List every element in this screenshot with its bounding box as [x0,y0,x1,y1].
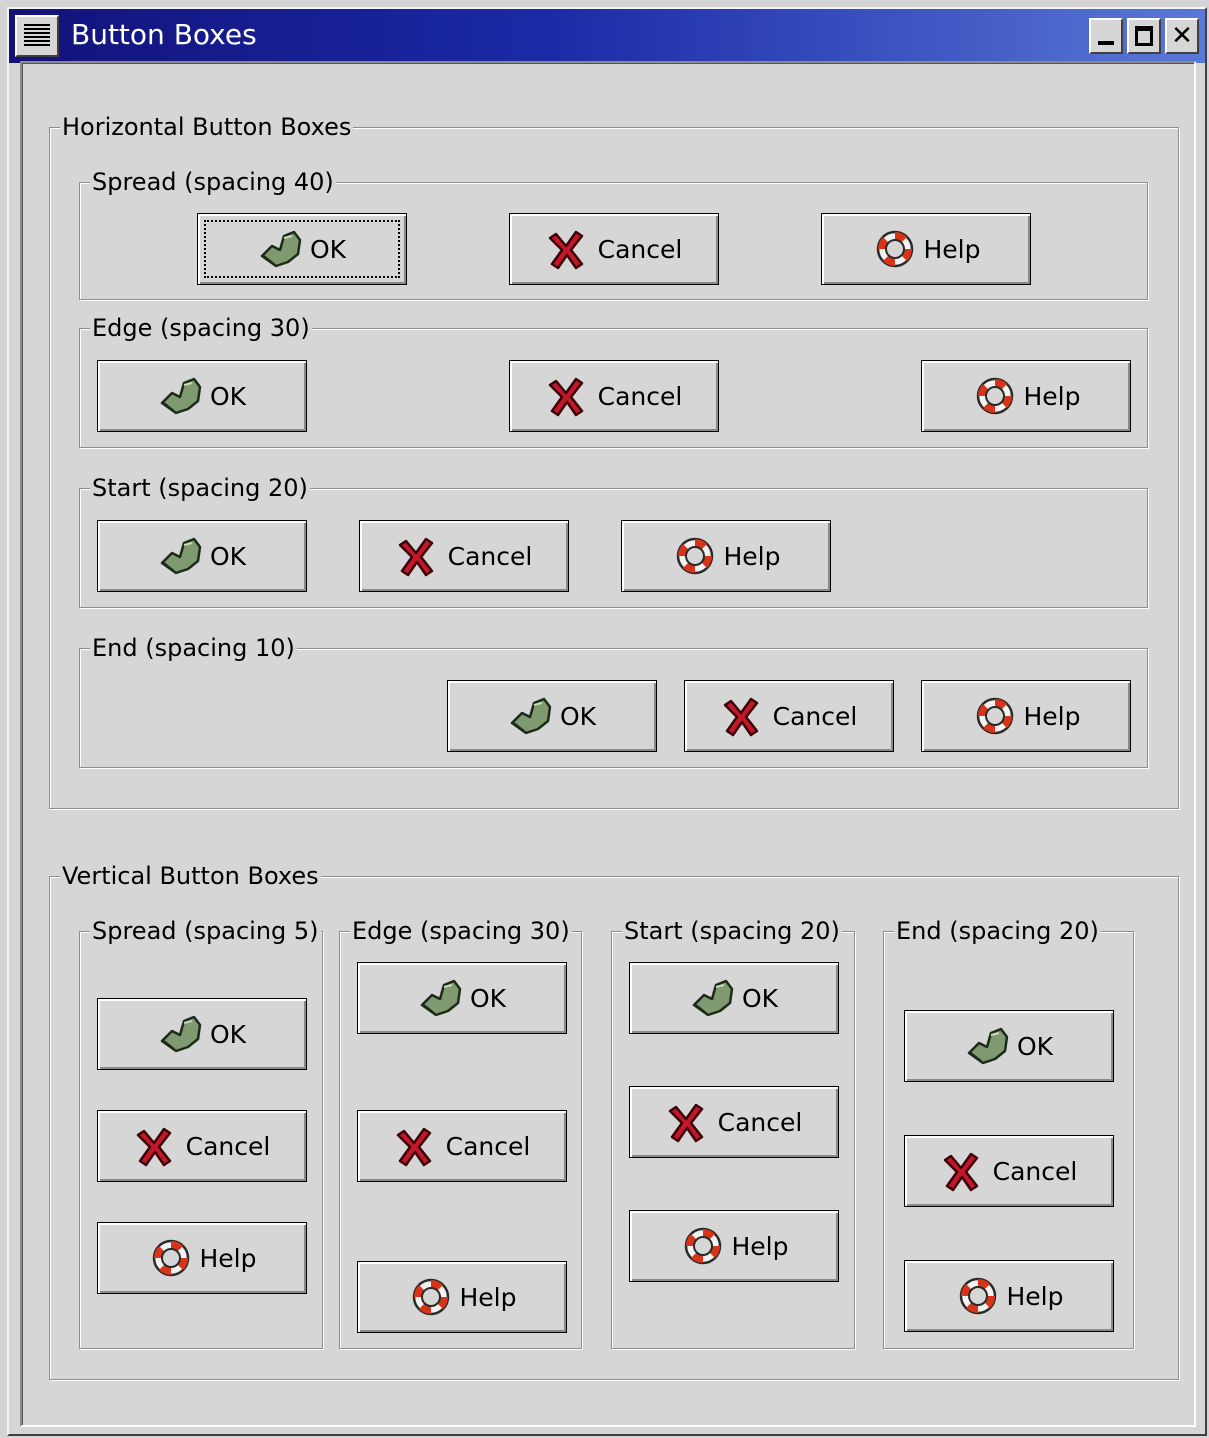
cancel-label: Cancel [597,381,683,411]
frame-title: Edge (spacing 30) [90,313,312,343]
red-x-icon [134,1123,180,1169]
ok-label: OK [309,234,347,264]
red-x-icon [721,693,767,739]
close-button[interactable]: ✕ [1165,18,1199,54]
help-button[interactable]: Help [921,360,1131,432]
cancel-button[interactable]: Cancel [357,1110,567,1182]
help-button[interactable]: Help [821,213,1031,285]
red-x-icon [394,1123,440,1169]
frame-title: Spread (spacing 40) [90,167,336,197]
red-x-icon [546,373,592,419]
cancel-button[interactable]: Cancel [904,1135,1114,1207]
help-button[interactable]: Help [629,1210,839,1282]
window-title: Button Boxes [71,18,257,51]
thumbs-ok-icon [690,975,736,1021]
thumbs-ok-icon [965,1023,1011,1069]
window: Button Boxes ✕ Horizontal Button Boxes S… [7,7,1207,1436]
help-button[interactable]: Help [621,520,831,592]
thumbs-ok-icon [508,693,554,739]
ok-label: OK [209,381,247,411]
thumbs-ok-icon [158,1011,204,1057]
lifebuoy-icon [955,1273,1001,1319]
help-button[interactable]: Help [904,1260,1114,1332]
ok-button[interactable]: OK [357,962,567,1034]
cancel-label: Cancel [185,1131,271,1161]
red-x-icon [941,1148,987,1194]
cancel-label: Cancel [717,1107,803,1137]
cancel-label: Cancel [772,701,858,731]
help-button[interactable]: Help [97,1222,307,1294]
frame-title: Edge (spacing 30) [350,916,572,946]
red-x-icon [396,533,442,579]
ok-button[interactable]: OK [97,360,307,432]
help-label: Help [1006,1281,1064,1311]
red-x-icon [666,1099,712,1145]
cancel-button[interactable]: Cancel [359,520,569,592]
thumbs-ok-icon [418,975,464,1021]
thumbs-ok-icon [258,226,304,272]
lifebuoy-icon [408,1274,454,1320]
ok-label: OK [469,983,507,1013]
help-label: Help [731,1231,789,1261]
minimize-button[interactable] [1089,18,1123,54]
menu-icon [24,24,50,48]
frame-title: End (spacing 20) [894,916,1101,946]
frame-title: Start (spacing 20) [622,916,842,946]
cancel-button[interactable]: Cancel [629,1086,839,1158]
ok-label: OK [209,1019,247,1049]
help-label: Help [459,1282,517,1312]
ok-label: OK [209,541,247,571]
frame-title: Start (spacing 20) [90,473,310,503]
ok-button[interactable]: OK [447,680,657,752]
cancel-label: Cancel [447,541,533,571]
lifebuoy-icon [972,693,1018,739]
help-label: Help [199,1243,257,1273]
window-menu-button[interactable] [15,15,59,57]
help-label: Help [723,541,781,571]
cancel-button[interactable]: Cancel [684,680,894,752]
cancel-button[interactable]: Cancel [509,213,719,285]
thumbs-ok-icon [158,373,204,419]
ok-label: OK [559,701,597,731]
frame-title: Vertical Button Boxes [60,861,321,891]
help-label: Help [923,234,981,264]
ok-button[interactable]: OK [97,998,307,1070]
maximize-button[interactable] [1127,18,1161,54]
cancel-label: Cancel [445,1131,531,1161]
help-label: Help [1023,381,1081,411]
lifebuoy-icon [148,1235,194,1281]
close-icon: ✕ [1171,21,1193,51]
cancel-button[interactable]: Cancel [509,360,719,432]
ok-button[interactable]: OK [629,962,839,1034]
lifebuoy-icon [872,226,918,272]
cancel-label: Cancel [992,1156,1078,1186]
frame-title: End (spacing 10) [90,633,297,663]
lifebuoy-icon [672,533,718,579]
ok-button[interactable]: OK [904,1010,1114,1082]
ok-label: OK [1016,1031,1054,1061]
cancel-label: Cancel [597,234,683,264]
ok-button[interactable]: OK [197,213,407,285]
frame-title: Horizontal Button Boxes [60,112,354,142]
cancel-button[interactable]: Cancel [97,1110,307,1182]
ok-label: OK [741,983,779,1013]
help-label: Help [1023,701,1081,731]
red-x-icon [546,226,592,272]
thumbs-ok-icon [158,533,204,579]
ok-button[interactable]: OK [97,520,307,592]
lifebuoy-icon [972,373,1018,419]
help-button[interactable]: Help [357,1261,567,1333]
lifebuoy-icon [680,1223,726,1269]
frame-title: Spread (spacing 5) [90,916,321,946]
title-bar[interactable]: Button Boxes ✕ [9,9,1205,63]
help-button[interactable]: Help [921,680,1131,752]
